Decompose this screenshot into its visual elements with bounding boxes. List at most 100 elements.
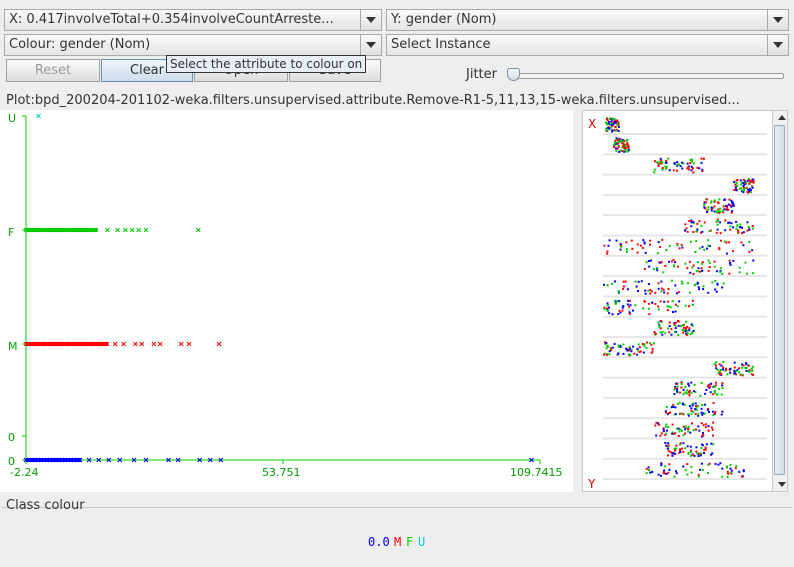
panel-point	[735, 227, 738, 230]
panel-point	[721, 209, 724, 212]
panel-point	[738, 187, 741, 190]
panel-point	[660, 432, 663, 435]
panel-row-separator	[603, 457, 767, 460]
jitter-slider-thumb[interactable]	[507, 68, 520, 81]
data-point	[36, 113, 41, 119]
panel-point	[721, 467, 724, 470]
panel-point	[688, 329, 691, 332]
panel-point	[698, 247, 701, 250]
panel-point	[656, 252, 659, 255]
panel-point	[626, 349, 629, 352]
chevron-down-icon[interactable]	[360, 10, 381, 30]
panel-point	[613, 343, 616, 345]
chevron-down-icon[interactable]	[767, 35, 788, 55]
panel-row-separator	[603, 173, 767, 176]
colour-select-label: Colour: gender (Nom)	[9, 37, 151, 52]
reset-button[interactable]: Reset	[6, 59, 100, 82]
panel-point	[691, 422, 693, 425]
scroll-down-icon[interactable]	[778, 482, 786, 487]
panel-point	[636, 243, 639, 246]
panel-point	[675, 470, 677, 473]
panel-point	[678, 247, 681, 250]
panel-point	[676, 244, 679, 247]
panel-point	[605, 127, 608, 130]
panel-point	[705, 201, 708, 204]
panel-point	[704, 446, 707, 449]
panel-point	[667, 450, 670, 453]
panel-point	[647, 302, 650, 305]
data-point	[112, 341, 118, 347]
data-point	[139, 341, 145, 347]
panel-point	[611, 130, 613, 133]
attribute-panel[interactable]: X Y	[582, 110, 788, 492]
panel-point	[720, 364, 723, 367]
panel-point	[681, 161, 684, 164]
panel-point	[603, 353, 606, 356]
x-axis-select[interactable]: X: 0.417involveTotal+0.354involveCountAr…	[4, 9, 382, 31]
panel-point	[619, 311, 622, 314]
panel-point	[696, 228, 699, 231]
panel-point	[721, 387, 724, 390]
jitter-slider-track[interactable]	[512, 73, 784, 79]
panel-point	[653, 331, 656, 333]
panel-point	[666, 309, 669, 311]
panel-point	[684, 469, 687, 472]
panel-point	[613, 280, 616, 283]
panel-point	[691, 160, 693, 163]
panel-point	[625, 241, 628, 244]
panel-point	[645, 261, 648, 264]
panel-point	[682, 451, 685, 453]
panel-point	[637, 343, 640, 346]
panel-point	[681, 403, 684, 406]
panel-point	[641, 343, 644, 346]
panel-point	[668, 325, 671, 328]
panel-point	[676, 388, 679, 391]
panel-point	[608, 121, 610, 124]
panel-point	[713, 210, 716, 213]
panel-point	[690, 240, 693, 243]
panel-point	[663, 469, 666, 472]
panel-point	[645, 346, 648, 349]
panel-point	[676, 305, 679, 308]
panel-point	[667, 157, 670, 160]
panel-point	[677, 320, 680, 323]
panel-point	[748, 179, 751, 182]
scroll-thumb[interactable]	[774, 125, 785, 475]
scatter-plot[interactable]: U F M 0 0 -2.24 53.751 109.7415	[0, 110, 573, 492]
scroll-up-icon[interactable]	[778, 115, 786, 120]
panel-point	[706, 472, 709, 474]
panel-point	[687, 282, 689, 285]
panel-point	[667, 471, 670, 474]
panel-point	[696, 230, 699, 233]
panel-point	[730, 469, 733, 472]
panel-point	[697, 455, 700, 458]
class-colour-panel: Class colour 0.0 M F U	[0, 495, 794, 567]
panel-point	[651, 471, 654, 473]
panel-point	[701, 261, 704, 264]
panel-point	[692, 390, 695, 393]
panel-point	[745, 272, 748, 275]
panel-point	[654, 303, 657, 305]
chevron-down-icon[interactable]	[767, 10, 788, 30]
panel-point	[714, 463, 717, 465]
panel-point	[723, 198, 726, 201]
panel-point	[751, 369, 754, 372]
panel-point	[642, 239, 645, 242]
instance-select-label: Select Instance	[391, 37, 491, 52]
y-axis-select[interactable]: Y: gender (Nom)	[386, 9, 789, 31]
chevron-down-icon[interactable]	[360, 35, 381, 55]
panel-point	[680, 243, 683, 246]
panel-point	[741, 189, 744, 192]
panel-point	[696, 452, 699, 455]
panel-point	[645, 467, 648, 470]
panel-scrollbar[interactable]	[772, 111, 787, 491]
panel-point	[665, 411, 667, 414]
panel-point	[751, 365, 754, 368]
colour-select[interactable]: Colour: gender (Nom)	[4, 34, 382, 56]
instance-select[interactable]: Select Instance	[386, 34, 789, 56]
y-tick-label: U	[8, 112, 16, 125]
panel-point	[668, 169, 671, 172]
panel-point	[681, 328, 684, 331]
panel-point	[617, 125, 620, 128]
panel-point	[622, 352, 625, 355]
